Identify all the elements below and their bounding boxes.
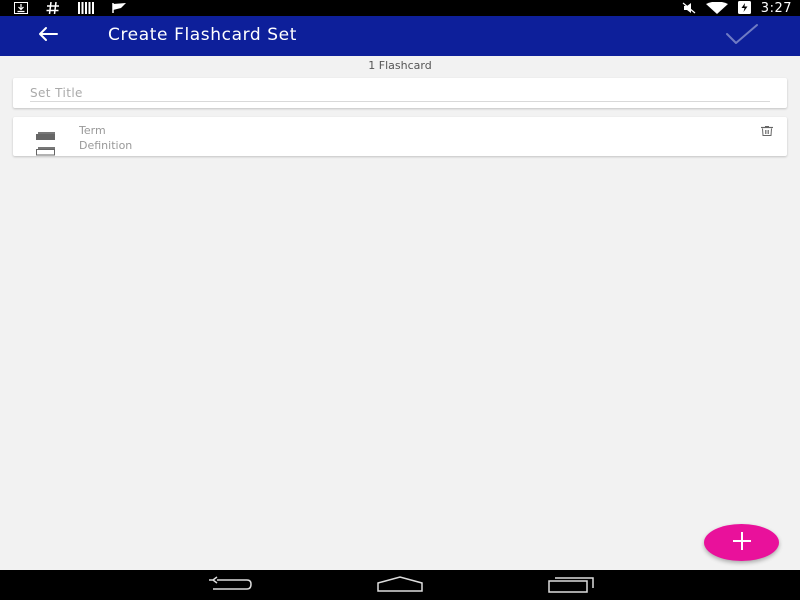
back-button[interactable]	[30, 22, 66, 50]
card-filled-icon	[35, 126, 57, 140]
recents-nav-icon	[547, 575, 595, 597]
nav-home-button[interactable]	[375, 576, 425, 596]
checkmark-icon	[725, 23, 759, 49]
trash-icon	[760, 121, 774, 140]
home-nav-icon	[376, 576, 424, 596]
status-left-icons	[14, 0, 128, 16]
nav-recents-button[interactable]	[546, 576, 596, 596]
page-title: Create Flashcard Set	[108, 25, 298, 45]
navigation-bar	[0, 570, 800, 600]
card-outline-icon	[35, 141, 57, 155]
set-title-card	[13, 78, 787, 108]
definition-row	[35, 138, 379, 155]
set-title-input[interactable]	[30, 84, 770, 102]
download-icon	[14, 0, 28, 18]
back-nav-icon	[207, 576, 253, 596]
plus-icon	[731, 530, 753, 556]
save-button[interactable]	[722, 21, 762, 51]
nav-back-button[interactable]	[205, 576, 255, 596]
flag-icon	[112, 0, 128, 18]
status-right-icons: 3:27	[682, 0, 792, 16]
flashcard-count: 1 Flashcard	[368, 59, 432, 72]
flashcard-entry	[13, 117, 787, 156]
barcode-icon	[78, 0, 94, 18]
app-bar: Create Flashcard Set	[0, 16, 800, 56]
term-row	[35, 123, 379, 140]
hash-icon	[46, 0, 60, 18]
delete-card-button[interactable]	[760, 121, 774, 136]
status-time: 3:27	[760, 0, 792, 16]
status-bar: 3:27	[0, 0, 800, 16]
add-flashcard-button[interactable]	[704, 524, 779, 561]
muted-icon	[682, 0, 696, 18]
term-input[interactable]	[79, 123, 379, 137]
battery-charging-icon	[737, 0, 751, 18]
wifi-icon	[705, 0, 728, 18]
arrow-back-icon	[38, 26, 58, 46]
definition-input[interactable]	[79, 138, 379, 152]
